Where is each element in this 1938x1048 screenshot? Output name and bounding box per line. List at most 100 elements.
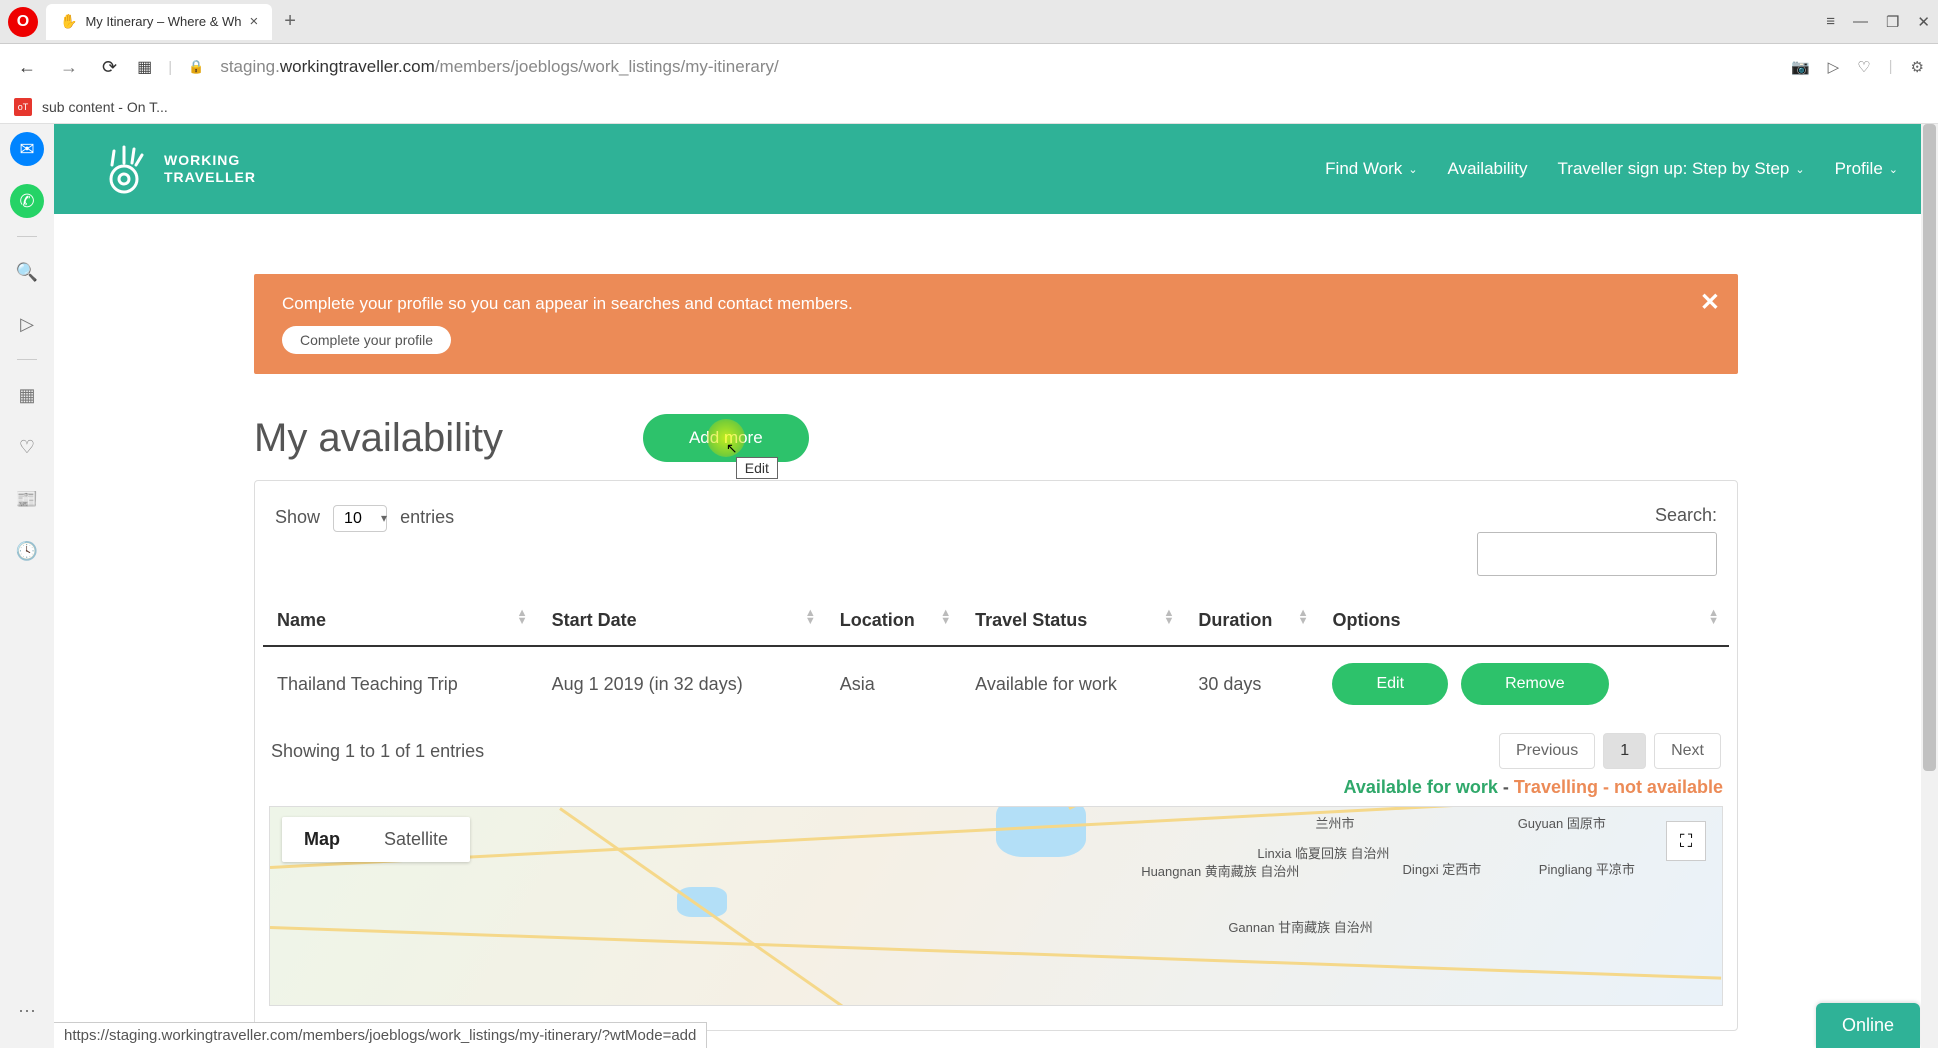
maximize-icon[interactable]: ❐ bbox=[1886, 13, 1899, 31]
cell-duration: 30 days bbox=[1184, 646, 1318, 721]
map-water bbox=[677, 887, 727, 917]
map-water bbox=[996, 806, 1086, 857]
opera-icon[interactable]: O bbox=[8, 7, 38, 37]
new-tab-button[interactable]: + bbox=[272, 10, 308, 33]
nav-profile[interactable]: Profile ⌄ bbox=[1835, 159, 1898, 179]
search-label: Search: bbox=[1477, 505, 1717, 526]
map-type-satellite[interactable]: Satellite bbox=[362, 817, 470, 862]
bookmark-link[interactable]: sub content - On T... bbox=[42, 99, 168, 115]
table-row: Thailand Teaching Trip Aug 1 2019 (in 32… bbox=[263, 646, 1729, 721]
sort-icon: ▲▼ bbox=[517, 610, 528, 625]
search-input[interactable] bbox=[1477, 532, 1717, 576]
forward-button[interactable]: → bbox=[56, 57, 82, 78]
flow-icon[interactable]: ▷ bbox=[10, 307, 44, 341]
map-type-control: Map Satellite bbox=[282, 817, 470, 862]
alert-text: Complete your profile so you can appear … bbox=[282, 294, 1710, 314]
url-path: /members/joeblogs/work_listings/my-itine… bbox=[435, 57, 779, 76]
col-travel-status[interactable]: Travel Status▲▼ bbox=[961, 596, 1184, 646]
legend-travelling: Travelling - not available bbox=[1514, 777, 1723, 797]
snapshot-icon[interactable]: 📷 bbox=[1791, 58, 1810, 76]
cell-name: Thailand Teaching Trip bbox=[263, 646, 538, 721]
divider bbox=[17, 359, 37, 360]
scrollbar-thumb[interactable] bbox=[1923, 124, 1936, 771]
map-type-map[interactable]: Map bbox=[282, 817, 362, 862]
address-bar: ← → ⟳ ▦ | 🔒 staging.workingtraveller.com… bbox=[0, 44, 1938, 90]
profile-alert: Complete your profile so you can appear … bbox=[254, 274, 1738, 374]
chevron-down-icon: ⌄ bbox=[1408, 163, 1417, 176]
table-info: Showing 1 to 1 of 1 entries bbox=[271, 741, 484, 762]
window-controls: ≡ — ❐ ✕ bbox=[1826, 13, 1930, 31]
legend-separator: - bbox=[1503, 777, 1514, 797]
whatsapp-icon[interactable]: ✆ bbox=[10, 184, 44, 218]
send-icon[interactable]: ▷ bbox=[1828, 58, 1840, 76]
site-header: WORKING TRAVELLER Find Work ⌄ Availabili… bbox=[54, 124, 1938, 214]
fullscreen-icon[interactable]: ⛶ bbox=[1666, 821, 1706, 861]
lock-icon[interactable]: 🔒 bbox=[188, 59, 204, 75]
news-icon[interactable]: 📰 bbox=[10, 482, 44, 516]
minimize-icon[interactable]: — bbox=[1853, 13, 1868, 31]
nav-find-work[interactable]: Find Work ⌄ bbox=[1325, 159, 1417, 179]
map-road bbox=[270, 806, 1720, 869]
remove-button[interactable]: Remove bbox=[1461, 663, 1609, 705]
sort-icon: ▲▼ bbox=[940, 610, 951, 625]
close-window-icon[interactable]: ✕ bbox=[1917, 13, 1930, 31]
alert-close-icon[interactable]: ✕ bbox=[1700, 288, 1720, 317]
next-button[interactable]: Next bbox=[1654, 733, 1721, 769]
legend-available: Available for work bbox=[1344, 777, 1498, 797]
nav-signup[interactable]: Traveller sign up: Step by Step ⌄ bbox=[1558, 159, 1805, 179]
entries-label: entries bbox=[400, 507, 454, 527]
page-1-button[interactable]: 1 bbox=[1603, 733, 1646, 769]
chat-widget[interactable]: Online bbox=[1816, 1003, 1920, 1048]
history-icon[interactable]: 🕓 bbox=[10, 534, 44, 568]
col-duration[interactable]: Duration▲▼ bbox=[1184, 596, 1318, 646]
page-title: My availability bbox=[254, 416, 503, 461]
logo-icon bbox=[94, 139, 154, 199]
browser-tab[interactable]: ✋ My Itinerary – Where & Wh × bbox=[46, 4, 272, 40]
messenger-icon[interactable]: ✉ bbox=[10, 132, 44, 166]
map-label: Pingliang 平凉市 bbox=[1539, 859, 1635, 878]
settings-icon[interactable]: ⚙ bbox=[1911, 58, 1924, 76]
sort-icon: ▲▼ bbox=[1163, 610, 1174, 625]
cell-start: Aug 1 2019 (in 32 days) bbox=[538, 646, 826, 721]
availability-table: Name▲▼ Start Date▲▼ Location▲▼ Travel St… bbox=[263, 596, 1729, 721]
sort-icon: ▲▼ bbox=[1298, 610, 1309, 625]
prev-button[interactable]: Previous bbox=[1499, 733, 1595, 769]
speed-dial-icon[interactable]: ▦ bbox=[137, 57, 152, 77]
map-label: Dingxi 定西市 bbox=[1403, 859, 1482, 878]
cell-location: Asia bbox=[826, 646, 961, 721]
pagination: Previous 1 Next bbox=[1499, 733, 1721, 769]
entries-select[interactable]: 10 bbox=[333, 505, 387, 532]
site-logo[interactable]: WORKING TRAVELLER bbox=[94, 139, 256, 199]
col-name[interactable]: Name▲▼ bbox=[263, 596, 538, 646]
browser-sidebar: ✉ ✆ 🔍 ▷ ▦ ♡ 📰 🕓 ⋯ bbox=[0, 124, 54, 1048]
bookmarks-bar: oT sub content - On T... bbox=[0, 90, 1938, 124]
col-location[interactable]: Location▲▼ bbox=[826, 596, 961, 646]
add-more-button[interactable]: Add more ↖ Edit bbox=[643, 414, 809, 462]
heart-icon[interactable]: ♡ bbox=[1857, 58, 1870, 76]
complete-profile-button[interactable]: Complete your profile bbox=[282, 326, 451, 354]
top-nav: Find Work ⌄ Availability Traveller sign … bbox=[1325, 159, 1898, 179]
back-button[interactable]: ← bbox=[14, 57, 40, 78]
search-icon[interactable]: 🔍 bbox=[10, 255, 44, 289]
reload-button[interactable]: ⟳ bbox=[98, 57, 121, 78]
page-viewport: WORKING TRAVELLER Find Work ⌄ Availabili… bbox=[54, 124, 1938, 1048]
scrollbar[interactable] bbox=[1921, 124, 1938, 1048]
tooltip: Edit bbox=[736, 457, 778, 479]
nav-availability[interactable]: Availability bbox=[1448, 159, 1528, 179]
speeddial-icon[interactable]: ▦ bbox=[10, 378, 44, 412]
map[interactable]: 兰州市 Guyuan 固原市 Linxia 临夏回族 自治州 Huangnan … bbox=[269, 806, 1723, 1006]
more-icon[interactable]: ⋯ bbox=[10, 994, 44, 1028]
url-domain: workingtraveller.com bbox=[280, 57, 435, 76]
edit-button[interactable]: Edit bbox=[1332, 663, 1448, 705]
browser-tab-strip: O ✋ My Itinerary – Where & Wh × + ≡ — ❐ … bbox=[0, 0, 1938, 44]
col-options[interactable]: Options▲▼ bbox=[1318, 596, 1729, 646]
favorites-icon[interactable]: ♡ bbox=[10, 430, 44, 464]
logo-text: WORKING TRAVELLER bbox=[164, 152, 256, 186]
tab-title: My Itinerary – Where & Wh bbox=[85, 14, 241, 29]
url-display[interactable]: staging.workingtraveller.com/members/joe… bbox=[220, 57, 1775, 77]
add-more-label: Add more bbox=[689, 428, 763, 447]
menu-icon[interactable]: ≡ bbox=[1826, 13, 1835, 31]
table-header-row: Name▲▼ Start Date▲▼ Location▲▼ Travel St… bbox=[263, 596, 1729, 646]
close-tab-icon[interactable]: × bbox=[249, 13, 258, 30]
col-start-date[interactable]: Start Date▲▼ bbox=[538, 596, 826, 646]
